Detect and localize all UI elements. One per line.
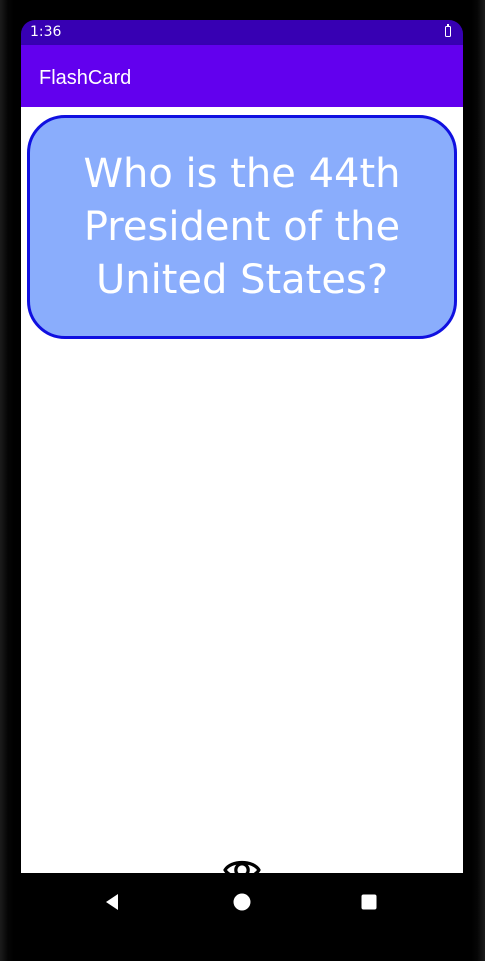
navigation-bar: [21, 873, 463, 961]
back-triangle-icon: [106, 894, 118, 910]
card-question-text: Who is the 44th President of the United …: [83, 150, 401, 303]
flash-card[interactable]: Who is the 44th President of the United …: [27, 115, 457, 339]
battery-icon: [445, 23, 451, 37]
home-circle-icon: [233, 893, 251, 911]
back-button[interactable]: [103, 892, 123, 912]
device-screen: 1:36 FlashCard Who is the 44th President…: [21, 20, 463, 961]
recents-button[interactable]: [359, 892, 379, 912]
home-button[interactable]: [232, 892, 252, 912]
recents-square-icon: [361, 894, 377, 910]
status-bar: 1:36: [21, 20, 463, 45]
device-frame: 1:36 FlashCard Who is the 44th President…: [0, 0, 485, 961]
status-time: 1:36: [30, 24, 62, 40]
app-title: FlashCard: [39, 67, 132, 89]
app-bar: FlashCard: [21, 45, 463, 107]
main-content: Who is the 44th President of the United …: [21, 107, 463, 880]
